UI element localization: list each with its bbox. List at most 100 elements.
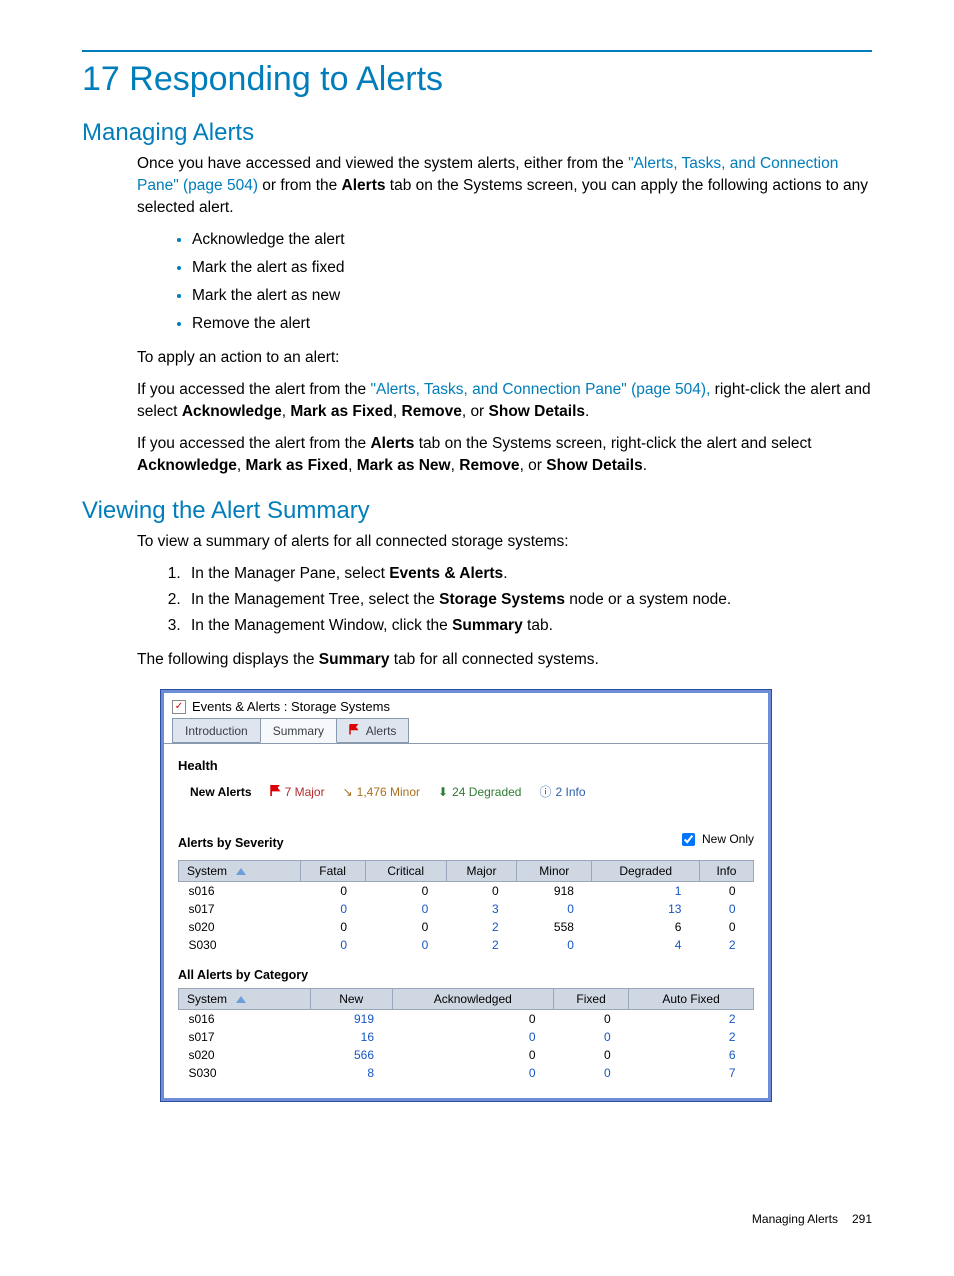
severity-table: System Fatal Critical Major Minor Degrad… (178, 860, 754, 954)
cell-ack: 0 (392, 1028, 554, 1046)
top-rule (82, 50, 872, 52)
cell-crit: 0 (365, 882, 446, 901)
tab-summary[interactable]: Summary (260, 718, 337, 743)
cat-col-system[interactable]: System (179, 989, 311, 1010)
cell-sys: S030 (179, 1064, 311, 1082)
cell-maj: 2 (446, 918, 516, 936)
table-row[interactable]: s0170030130 (179, 900, 754, 918)
cell-auto: 2 (629, 1010, 754, 1029)
table-row[interactable]: s02000255860 (179, 918, 754, 936)
cell-sys: s016 (179, 1010, 311, 1029)
cell-min: 0 (517, 900, 592, 918)
cell-sys: S030 (179, 936, 301, 954)
table-row[interactable]: s020566006 (179, 1046, 754, 1064)
cell-ack: 0 (392, 1064, 554, 1082)
bullet-remove: Remove the alert (192, 313, 872, 335)
col-info[interactable]: Info (699, 861, 753, 882)
bullet-mark-new: Mark the alert as new (192, 285, 872, 307)
cell-info: 2 (699, 936, 753, 954)
cell-sys: s020 (179, 918, 301, 936)
cell-sys: s020 (179, 1046, 311, 1064)
cell-fix: 0 (554, 1028, 629, 1046)
new-alerts-row: New Alerts 7 Major ↘ 1,476 Minor ⬇ 24 De… (178, 783, 754, 806)
cell-deg: 1 (592, 882, 700, 901)
cell-min: 918 (517, 882, 592, 901)
chapter-title: 17 Responding to Alerts (82, 60, 872, 99)
cell-min: 0 (517, 936, 592, 954)
cell-maj: 3 (446, 900, 516, 918)
cell-sys: s016 (179, 882, 301, 901)
footer-pageno: 291 (852, 1212, 872, 1226)
cell-fatal: 0 (300, 882, 365, 901)
cell-deg: 4 (592, 936, 700, 954)
window-titlebar: ✓ Events & Alerts : Storage Systems (164, 693, 768, 718)
col-minor[interactable]: Minor (517, 861, 592, 882)
apply-line: To apply an action to an alert: (137, 347, 872, 369)
table-row[interactable]: s01716002 (179, 1028, 754, 1046)
alert-flag-icon (349, 725, 359, 735)
tab-introduction[interactable]: Introduction (172, 718, 261, 743)
sort-asc-icon (236, 868, 246, 875)
cell-maj: 0 (446, 882, 516, 901)
cell-sys: s017 (179, 900, 301, 918)
category-table: System New Acknowledged Fixed Auto Fixed… (178, 988, 754, 1082)
window-title: Events & Alerts : Storage Systems (192, 699, 390, 714)
stat-major: 7 Major (270, 785, 325, 799)
new-only-label: New Only (702, 832, 754, 846)
col-degraded[interactable]: Degraded (592, 861, 700, 882)
cell-fatal: 0 (300, 900, 365, 918)
cell-info: 0 (699, 918, 753, 936)
health-header: Health (178, 758, 754, 773)
col-major[interactable]: Major (446, 861, 516, 882)
cell-auto: 6 (629, 1046, 754, 1064)
cell-new: 566 (310, 1046, 392, 1064)
cell-auto: 7 (629, 1064, 754, 1082)
page-footer: Managing Alerts 291 (82, 1212, 872, 1226)
minor-arrow-icon: ↘ (343, 785, 353, 799)
table-row[interactable]: s01600091810 (179, 882, 754, 901)
major-flag-icon (270, 785, 281, 799)
cat-col-new[interactable]: New (310, 989, 392, 1010)
sort-asc-icon (236, 996, 246, 1003)
window-title-checkbox-icon: ✓ (172, 700, 186, 714)
cell-fix: 0 (554, 1046, 629, 1064)
screenshot-events-alerts: ✓ Events & Alerts : Storage Systems Intr… (160, 689, 772, 1102)
cell-fatal: 0 (300, 936, 365, 954)
cat-col-autofixed[interactable]: Auto Fixed (629, 989, 754, 1010)
stat-degraded: ⬇ 24 Degraded (438, 785, 521, 799)
intro-text-pre: Once you have accessed and viewed the sy… (137, 155, 628, 172)
cat-col-fixed[interactable]: Fixed (554, 989, 629, 1010)
cell-ack: 0 (392, 1046, 554, 1064)
cell-fatal: 0 (300, 918, 365, 936)
new-alerts-label: New Alerts (190, 785, 252, 799)
step-3: In the Management Window, click the Summ… (185, 615, 872, 637)
table-row[interactable]: S0308007 (179, 1064, 754, 1082)
all-alerts-by-category-header: All Alerts by Category (178, 968, 754, 982)
col-critical[interactable]: Critical (365, 861, 446, 882)
table-row[interactable]: s016919002 (179, 1010, 754, 1029)
new-only-checkbox-input[interactable] (682, 833, 695, 846)
table-row[interactable]: S030002042 (179, 936, 754, 954)
new-only-checkbox[interactable]: New Only (678, 830, 754, 849)
cell-info: 0 (699, 900, 753, 918)
cell-ack: 0 (392, 1010, 554, 1029)
step-2: In the Management Tree, select the Stora… (185, 589, 872, 611)
cell-crit: 0 (365, 918, 446, 936)
cell-info: 0 (699, 882, 753, 901)
accessed-from-pane: If you accessed the alert from the "Aler… (137, 379, 872, 423)
bullet-acknowledge: Acknowledge the alert (192, 229, 872, 251)
col-fatal[interactable]: Fatal (300, 861, 365, 882)
link-alerts-tasks-connection-pane-2[interactable]: "Alerts, Tasks, and Connection Pane" (pa… (370, 381, 710, 398)
cat-col-acknowledged[interactable]: Acknowledged (392, 989, 554, 1010)
cell-fix: 0 (554, 1064, 629, 1082)
bullet-mark-fixed: Mark the alert as fixed (192, 257, 872, 279)
managing-intro: Once you have accessed and viewed the sy… (137, 153, 872, 219)
col-system[interactable]: System (179, 861, 301, 882)
cell-auto: 2 (629, 1028, 754, 1046)
alerts-by-severity-header: Alerts by Severity (178, 836, 284, 850)
section-viewing-alert-summary: Viewing the Alert Summary (82, 497, 872, 525)
intro-bold-alerts: Alerts (342, 177, 386, 194)
cell-maj: 2 (446, 936, 516, 954)
tab-alerts[interactable]: Alerts (336, 718, 409, 743)
section-managing-alerts: Managing Alerts (82, 119, 872, 147)
